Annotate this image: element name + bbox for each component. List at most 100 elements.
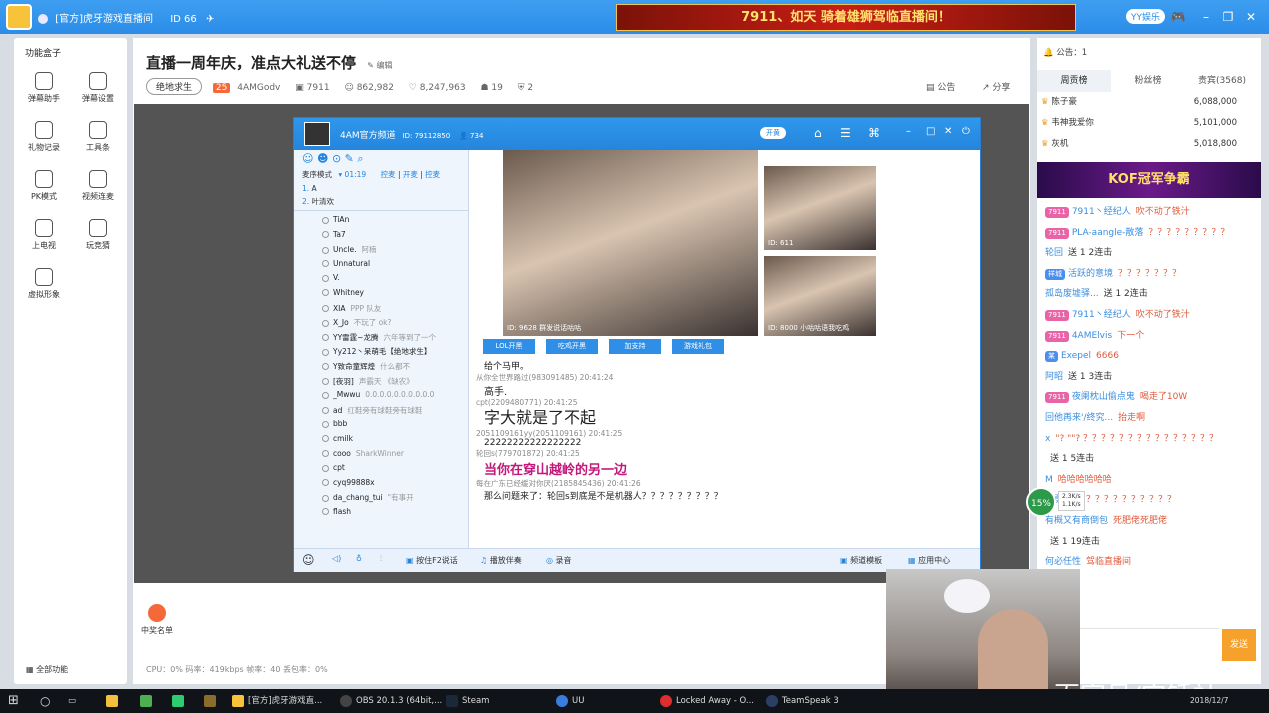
chat-username[interactable]: 回他再来'/终究... bbox=[1045, 413, 1113, 423]
chat-username[interactable]: x bbox=[1045, 434, 1050, 444]
chat-row[interactable]: 送 1 19连击 bbox=[1045, 532, 1257, 552]
emoji-icon[interactable]: ☺ bbox=[302, 553, 315, 567]
chat-username[interactable]: PLA-aangle-散落 bbox=[1072, 228, 1144, 238]
ranking-row[interactable]: ♛ 陈子豪 6,088,000 bbox=[1041, 92, 1255, 112]
video-link-button[interactable]: 视频连麦 bbox=[70, 170, 126, 202]
app-icon[interactable] bbox=[172, 689, 188, 713]
member-row[interactable]: cooo SharkWinner bbox=[294, 449, 468, 464]
chat-username[interactable]: 阿昭 bbox=[1045, 372, 1063, 382]
chat-row[interactable]: 祥城 活跃的意境 ？？？？？？？ bbox=[1045, 264, 1257, 284]
member-row[interactable]: bbb bbox=[294, 419, 468, 434]
member-row[interactable]: Unnatural bbox=[294, 259, 468, 274]
kof-event-banner[interactable]: KOF冠军争霸 bbox=[1037, 162, 1261, 198]
lol-team-button[interactable]: LOL开黑 bbox=[483, 339, 535, 354]
tv-button[interactable]: 上电视 bbox=[16, 219, 72, 251]
close-button[interactable]: ✕ bbox=[944, 126, 952, 137]
pubg-team-button[interactable]: 吃鸡开黑 bbox=[546, 339, 598, 354]
member-row[interactable]: ad 红鞋旁有球鞋旁有球鞋 bbox=[294, 405, 468, 420]
user-icon[interactable]: ☺ bbox=[302, 152, 313, 165]
pk-mode-button[interactable]: PK模式 bbox=[16, 170, 72, 202]
member-row[interactable]: cmilk bbox=[294, 434, 468, 449]
chat-row[interactable]: 孤岛废墟驿... 送 1 2连击 bbox=[1045, 284, 1257, 304]
push-to-talk-button[interactable]: ▣ 按住F2说话 bbox=[406, 555, 458, 566]
list-icon[interactable]: ☰ bbox=[840, 126, 851, 140]
chat-row[interactable]: 回他再来'/终究... 抬走啊 bbox=[1045, 408, 1257, 428]
member-row[interactable]: [夜羽] 声霸天 《缺农》 bbox=[294, 376, 468, 391]
play-music-button[interactable]: ♫ 播放伴奏 bbox=[480, 555, 522, 566]
chat-username[interactable]: 活跃的意境 bbox=[1068, 269, 1113, 279]
tab-fans[interactable]: 粉丝榜 bbox=[1111, 70, 1185, 92]
taskbar-item-obs[interactable]: OBS 20.1.3 (64bit,... bbox=[340, 689, 442, 713]
member-row[interactable]: Uncle. 阿楠 bbox=[294, 244, 468, 259]
taskbar-item-uu[interactable]: UU bbox=[556, 689, 584, 713]
queue-item[interactable]: 1. A bbox=[302, 182, 468, 195]
chat-username[interactable]: 7911丶经纪人 bbox=[1072, 310, 1131, 320]
control-mic-link-2[interactable]: 控麦 bbox=[425, 170, 440, 179]
member-row[interactable]: cpt bbox=[294, 463, 468, 478]
taskbar-item-huya[interactable]: [官方]虎牙游戏直... bbox=[232, 689, 322, 713]
speaker-icon[interactable]: ◁) bbox=[332, 554, 341, 563]
chat-username[interactable]: 夜阑枕山偷点鬼 bbox=[1072, 392, 1135, 402]
member-row[interactable]: Whitney bbox=[294, 288, 468, 303]
windows-start-icon[interactable]: ⊞ bbox=[8, 689, 19, 713]
member-row[interactable]: TiAn bbox=[294, 215, 468, 230]
yy-entertainment-badge[interactable]: YY娱乐 bbox=[1126, 9, 1165, 24]
chat-row[interactable]: 7911 4AMElvis 下一个 bbox=[1045, 326, 1257, 346]
gamepad-icon[interactable]: 🎮 bbox=[1170, 9, 1186, 25]
member-row[interactable]: Ta7 bbox=[294, 230, 468, 245]
category-tag[interactable]: 绝地求生 bbox=[146, 78, 203, 95]
chat-row[interactable]: 阿昭送 1 3连击 bbox=[1045, 367, 1257, 387]
chat-row[interactable]: 7911 7911丶经纪人 吹不动了铁汁 bbox=[1045, 202, 1257, 222]
support-button[interactable]: 加支持 bbox=[609, 339, 661, 354]
chat-row[interactable]: 送 1 5连击 bbox=[1045, 449, 1257, 469]
share-arrow-icon[interactable]: ✈ bbox=[206, 14, 214, 25]
app-center-button[interactable]: ▦ 应用中心 bbox=[908, 555, 950, 566]
member-row[interactable]: Yy212丶呆萌毛【绝地求生】 bbox=[294, 346, 468, 361]
network-meter[interactable]: 15% bbox=[1026, 487, 1056, 517]
host-name[interactable]: 4AMGodv bbox=[237, 83, 280, 93]
member-row[interactable]: da_chang_tui "有事开 bbox=[294, 492, 468, 507]
chat-username[interactable]: 7911丶经纪人 bbox=[1072, 207, 1131, 217]
chat-row[interactable]: 有概又有商倒包 死肥佬死肥佬 bbox=[1045, 511, 1257, 531]
danmaku-settings-button[interactable]: 弹幕设置 bbox=[70, 72, 126, 104]
open-toggle[interactable]: 开黄 bbox=[760, 127, 786, 139]
ranking-row[interactable]: ♛ 韦神我爱你 5,101,000 bbox=[1041, 113, 1255, 133]
side-video-feed-top[interactable]: ID: 611 bbox=[764, 166, 876, 250]
member-row[interactable]: cyq99888x bbox=[294, 478, 468, 493]
member-row[interactable]: XIA PPP 队友 bbox=[294, 303, 468, 318]
open-mic-link[interactable]: 开麦 bbox=[403, 170, 418, 179]
chat-row[interactable]: 7911 7911丶经纪人 吹不动了铁汁 bbox=[1045, 305, 1257, 325]
share-button[interactable]: ↗ 分享 bbox=[982, 80, 1010, 93]
app-icon[interactable] bbox=[204, 689, 220, 713]
home-icon[interactable]: ⌂ bbox=[814, 126, 822, 140]
danmaku-helper-button[interactable]: 弹幕助手 bbox=[16, 72, 72, 104]
chat-username[interactable]: Exepel bbox=[1061, 351, 1091, 361]
tab-weekly[interactable]: 周贡榜 bbox=[1037, 70, 1111, 92]
chat-row[interactable]: 轮回送 1 2连击 bbox=[1045, 243, 1257, 263]
power-icon[interactable]: ⏻ bbox=[962, 126, 970, 137]
toolbar-button[interactable]: 工具条 bbox=[70, 121, 126, 153]
taskbar-item-teamspeak[interactable]: TeamSpeak 3 bbox=[766, 689, 839, 713]
edit-icon[interactable]: ✎ bbox=[345, 152, 354, 165]
chat-row[interactable]: M 哈哈哈哈哈哈 bbox=[1045, 470, 1257, 490]
taskbar-item-steam[interactable]: Steam bbox=[446, 689, 489, 713]
minimize-button[interactable]: – bbox=[906, 126, 911, 137]
app-icon[interactable] bbox=[140, 689, 156, 713]
side-video-feed-bottom[interactable]: ID: 8000 小咕咕语我吃鸡 bbox=[764, 256, 876, 336]
mode-select[interactable]: 麦序模式 bbox=[302, 170, 332, 179]
member-row[interactable]: flash bbox=[294, 507, 468, 522]
guess-button[interactable]: 玩竞猜 bbox=[70, 219, 126, 251]
promo-banner[interactable]: 7911、如天 骑着雄狮驾临直播间！ bbox=[616, 4, 1076, 31]
send-button[interactable]: 发送 bbox=[1222, 629, 1256, 661]
taskbar-item-netease-music[interactable]: Locked Away - O... bbox=[660, 689, 754, 713]
restore-button[interactable]: ❐ bbox=[1220, 9, 1236, 25]
chat-username[interactable]: 4AMElvis bbox=[1072, 331, 1112, 341]
chat-username[interactable]: M bbox=[1045, 475, 1053, 485]
chat-row[interactable]: 某 Exepel 6666 bbox=[1045, 346, 1257, 366]
task-view-icon[interactable]: ▭ bbox=[68, 689, 76, 713]
avatar-button[interactable]: 虚拟形象 bbox=[16, 268, 72, 300]
close-button[interactable]: ✕ bbox=[1243, 9, 1259, 25]
game-gift-button[interactable]: 游戏礼包 bbox=[672, 339, 724, 354]
queue-item[interactable]: 2. 叶清欢 bbox=[302, 195, 468, 208]
member-row[interactable]: X_Jo 不玩了 ok? bbox=[294, 317, 468, 332]
